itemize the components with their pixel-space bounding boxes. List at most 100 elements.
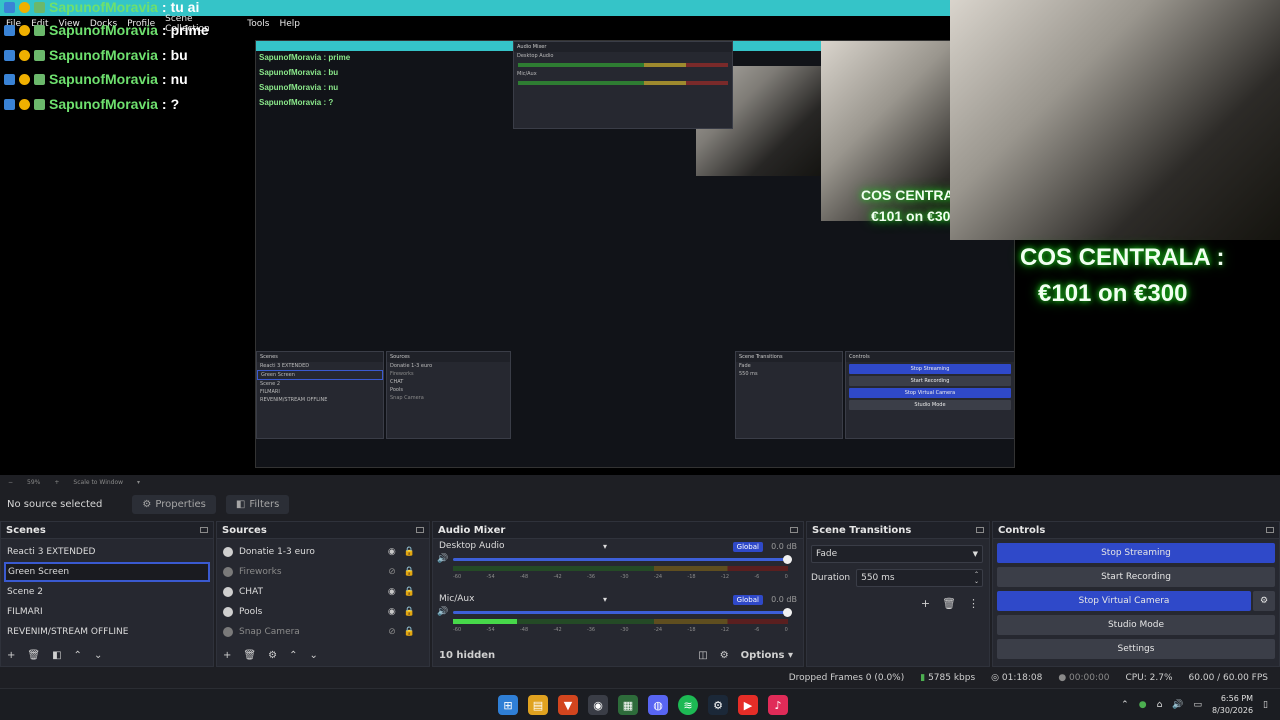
chevron-up-icon[interactable]: ⌃ (289, 650, 297, 661)
plus-icon[interactable]: + (54, 479, 59, 486)
add-icon[interactable]: + (7, 650, 15, 661)
steam-icon[interactable]: ⚙ (708, 695, 728, 715)
minus-icon[interactable]: − (8, 479, 13, 486)
volume-slider[interactable] (453, 608, 792, 617)
nested-chat-line: SapunofMoravia : ? (259, 98, 334, 107)
eye-hidden-icon[interactable]: ⊘ (388, 567, 396, 577)
record-icon: ● (1058, 673, 1067, 683)
gear-icon[interactable]: ⚙ (720, 650, 729, 661)
scene-item[interactable]: REVENIM/STREAM OFFLINE (1, 622, 213, 642)
windows-start-icon[interactable]: ⊞ (498, 695, 518, 715)
notification-icon[interactable]: ▯ (1263, 700, 1268, 710)
popout-icon[interactable] (200, 527, 208, 533)
scene-item[interactable]: FILMARI (1, 602, 213, 622)
stop-virtual-camera-button[interactable]: Stop Virtual Camera (997, 591, 1251, 611)
eye-icon[interactable]: ◉ (388, 607, 396, 617)
scene-item[interactable]: Reacti 3 EXTENDED (1, 542, 213, 562)
duration-input[interactable]: 550 ms ⌃ ⌄ (856, 569, 983, 587)
eye-icon[interactable]: ◉ (388, 587, 396, 597)
chat-message: SapunofMoravia : tu ai (4, 0, 199, 17)
meter-ticks: -60 -54 -48 -42 -36 -30 -24 -18 -12 -6 0 (453, 574, 788, 580)
speaker-icon[interactable]: 🔊 (437, 607, 448, 617)
spotify-icon[interactable]: ≋ (678, 695, 698, 715)
add-icon[interactable]: + (921, 597, 930, 610)
scene-item-selected[interactable]: Green Screen (4, 562, 210, 582)
signal-icon: ▮ (920, 673, 926, 683)
nested-obs-capture: SapunofMoravia : prime SapunofMoravia : … (255, 40, 1015, 468)
lock-icon[interactable]: 🔒 (404, 587, 415, 597)
chevron-down-icon[interactable]: ▾ (137, 479, 140, 486)
chevron-down-icon: ▼ (972, 550, 978, 558)
chevron-down-icon[interactable]: ▾ (603, 542, 607, 551)
chevron-down-icon[interactable]: ⌄ (309, 650, 317, 661)
speaker-icon[interactable]: 🔊 (437, 554, 448, 564)
popout-icon[interactable] (416, 527, 424, 533)
no-source-label: No source selected (7, 498, 103, 510)
dropped-frames: Dropped Frames 0 (0.0%) (788, 673, 905, 683)
lock-icon[interactable]: 🔒 (404, 627, 415, 637)
mixer-channel-desktop: Desktop Audio ▾ Global 0.0 dB 🔊 -60 -54 -4… (433, 539, 803, 592)
studio-mode-button[interactable]: Studio Mode (997, 615, 1275, 635)
properties-button[interactable]: ⚙ Properties (132, 494, 216, 514)
bot-icon (4, 73, 15, 85)
mixer-channel-mic: Mic/Aux ▾ Global 0.0 dB 🔊 -60 -54 -48 -42 -3… (433, 592, 803, 645)
task-manager-icon[interactable]: ▦ (618, 695, 638, 715)
tiktok-icon[interactable]: ♪ (768, 695, 788, 715)
menu-help: Help (279, 19, 300, 29)
trash-icon[interactable]: 🗑 (27, 650, 40, 661)
brave-icon[interactable]: ▼ (558, 695, 578, 715)
network-icon[interactable]: ⌂ (1157, 700, 1163, 710)
source-item[interactable]: Pools ◉ 🔒 (217, 602, 429, 622)
chevron-down-icon[interactable]: ⌄ (94, 650, 102, 661)
global-badge[interactable]: Global (732, 595, 763, 605)
youtube-icon[interactable]: ▶ (738, 695, 758, 715)
mic-icon[interactable]: ● (1139, 700, 1147, 710)
start-recording-button[interactable]: Start Recording (997, 567, 1275, 587)
trash-icon[interactable]: 🗑 (243, 650, 256, 661)
file-explorer-icon[interactable]: ▤ (528, 695, 548, 715)
source-item[interactable]: Fireworks ⊘ 🔒 (217, 562, 429, 582)
options-button[interactable]: Options ▾ (741, 650, 793, 661)
popout-icon[interactable] (976, 527, 984, 533)
volume-icon[interactable]: 🔊 (1172, 700, 1183, 710)
global-badge[interactable]: Global (732, 542, 763, 552)
lock-icon[interactable]: 🔒 (404, 607, 415, 617)
level-meter (453, 566, 788, 571)
popout-icon[interactable] (1266, 527, 1274, 533)
source-item[interactable]: Snap Camera ⊘ 🔒 (217, 622, 429, 642)
obs-icon[interactable]: ◉ (588, 695, 608, 715)
stop-streaming-button[interactable]: Stop Streaming (997, 543, 1275, 563)
gear-icon[interactable]: ⚙ (268, 650, 277, 661)
mixer-header: Audio Mixer (433, 522, 803, 539)
battery-icon[interactable]: ▭ (1194, 700, 1203, 710)
source-item[interactable]: CHAT ◉ 🔒 (217, 582, 429, 602)
chevron-down-icon[interactable]: ▾ (603, 595, 607, 604)
lock-icon[interactable]: 🔒 (404, 567, 415, 577)
eye-icon[interactable]: ◉ (388, 547, 396, 557)
settings-button[interactable]: Settings (997, 639, 1275, 659)
spin-icon[interactable]: ⌃ ⌄ (974, 571, 979, 585)
trash-icon[interactable]: 🗑 (942, 597, 956, 610)
slider-handle[interactable] (783, 608, 792, 617)
clock[interactable]: 6:56 PM 8/30/2026 (1212, 693, 1253, 717)
scene-item[interactable]: Scene 2 (1, 582, 213, 602)
filters-button[interactable]: ◧ Filters (225, 494, 290, 514)
volume-slider[interactable] (453, 555, 792, 564)
add-icon[interactable]: + (223, 650, 231, 661)
scale-select[interactable]: Scale to Window (73, 479, 123, 486)
transition-select[interactable]: Fade ▼ (811, 545, 983, 563)
source-item[interactable]: Donatie 1-3 euro ◉ 🔒 (217, 542, 429, 562)
sub-icon (34, 1, 45, 13)
eye-hidden-icon[interactable]: ⊘ (388, 627, 396, 637)
slider-handle[interactable] (783, 555, 792, 564)
discord-icon[interactable]: ◍ (648, 695, 668, 715)
lock-icon[interactable]: 🔒 (404, 547, 415, 557)
gear-icon[interactable]: ⚙ (1253, 591, 1275, 611)
popout-icon[interactable] (790, 527, 798, 533)
chevron-up-icon[interactable]: ⌃ (74, 650, 82, 661)
filter-icon[interactable]: ◧ (52, 650, 61, 661)
layout-icon[interactable]: ◫ (698, 650, 707, 661)
preview-canvas[interactable]: File Edit View Docks Profile Scene Colle… (0, 0, 1280, 475)
more-icon[interactable]: ⋮ (968, 597, 979, 610)
chevron-up-icon[interactable]: ⌃ (1121, 700, 1129, 710)
